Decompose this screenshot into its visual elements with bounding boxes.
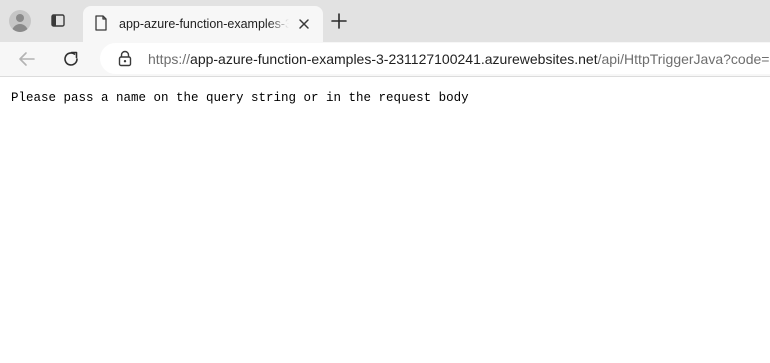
url-text: https://app-azure-function-examples-3-23… [148, 50, 769, 68]
back-arrow-icon [19, 52, 35, 66]
reload-button[interactable] [59, 47, 83, 71]
profile-icon[interactable] [9, 10, 31, 32]
browser-tab[interactable]: app-azure-function-examples-3-2311271002… [83, 6, 323, 42]
tab-actions-icon[interactable] [46, 10, 70, 32]
plus-icon [331, 13, 347, 29]
url-scheme: https:// [148, 51, 191, 67]
address-bar[interactable]: https://app-azure-function-examples-3-23… [100, 43, 770, 74]
lock-icon[interactable] [117, 50, 133, 72]
url-host: app-azure-function-examples-3-2311271002… [190, 51, 598, 67]
back-button[interactable] [15, 47, 39, 71]
tab-title: app-azure-function-examples-3-2311271002… [119, 17, 289, 31]
page-content: Please pass a name on the query string o… [0, 76, 770, 363]
response-text: Please pass a name on the query string o… [11, 91, 469, 105]
url-path: /api/HttpTriggerJava?code= [597, 51, 770, 67]
profile-shoulders [12, 24, 28, 32]
page-icon [94, 15, 108, 36]
profile-head [16, 14, 24, 22]
close-icon[interactable] [295, 15, 313, 33]
tab-strip: app-azure-function-examples-3-2311271002… [0, 0, 770, 42]
toolbar: https://app-azure-function-examples-3-23… [0, 42, 770, 76]
reload-icon [64, 51, 78, 66]
new-tab-button[interactable] [329, 11, 349, 31]
